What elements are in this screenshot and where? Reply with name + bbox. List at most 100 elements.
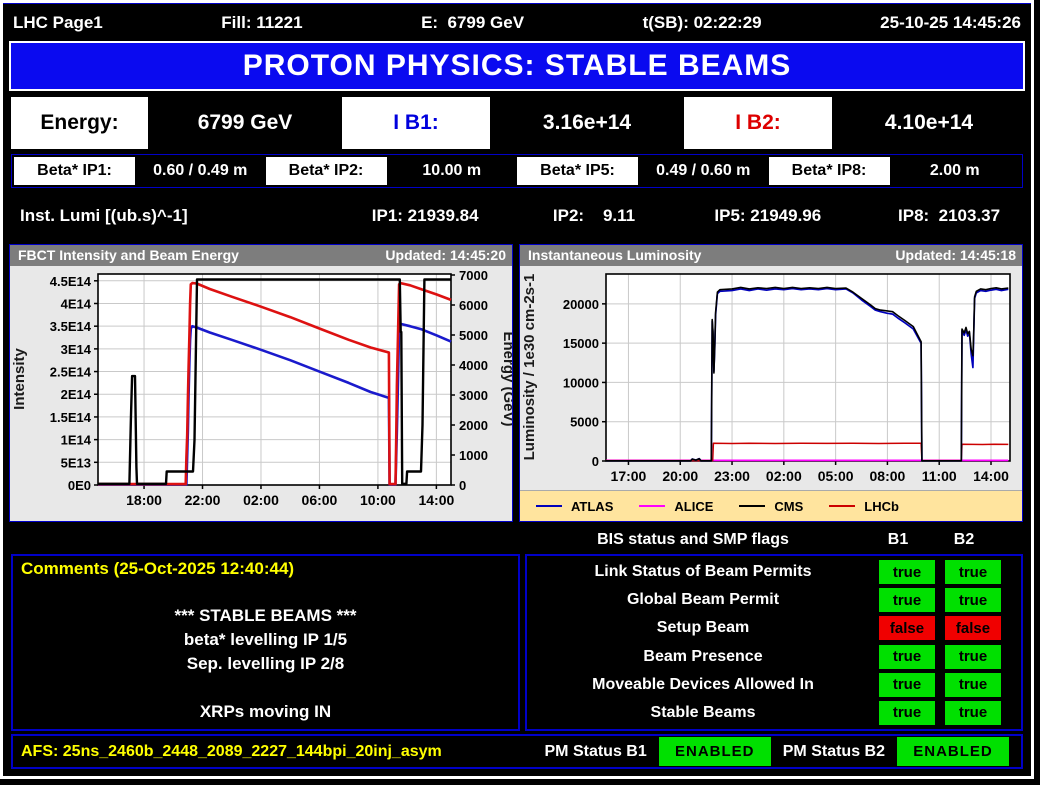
lumi-chart-legend: ATLAS ALICE CMS LHCb	[520, 490, 1022, 521]
app-title: LHC Page1	[13, 12, 103, 32]
beta-ip5-value: 0.49 / 0.60 m	[638, 157, 769, 185]
fill-number: Fill: 11221	[221, 12, 303, 32]
comment-line	[21, 676, 510, 700]
beta-ip1-label: Beta* IP1:	[14, 157, 135, 185]
svg-text:4.5E14: 4.5E14	[50, 274, 92, 289]
bis-flag-b1: true	[879, 644, 935, 669]
lumi-ip2: IP2: 9.11	[552, 206, 636, 225]
fbct-intensity-energy-chart: 18:00 22:00 02:00 06:00 10:00 14:00 0E0 5E13 1E1…	[11, 268, 512, 508]
beam-energy: E: 6799 GeV	[421, 12, 525, 32]
beta-ip2-label: Beta* IP2:	[265, 157, 387, 185]
svg-text:1E14: 1E14	[61, 432, 92, 447]
bottom-boxes: Comments (25-Oct-2025 12:40:44) *** STAB…	[11, 554, 1023, 731]
instantaneous-luminosity-chart: 17:00 20:00 23:00 02:00 05:00 08:00 11:00 14:00…	[521, 273, 1011, 484]
bis-row-global-permit: Global Beam Permit true true	[527, 587, 1021, 613]
charts-row: FBCT Intensity and Beam Energy Updated: …	[9, 244, 1025, 522]
svg-text:06:00: 06:00	[302, 492, 338, 508]
bis-flag-b1: true	[879, 560, 935, 585]
pm-status-b1-label: PM Status B1	[544, 742, 647, 760]
energy-intensity-row: Energy: 6799 GeV I B1: 3.16e+14 I B2: 4.…	[11, 97, 1023, 149]
bis-flags-box: Link Status of Beam Permits true true Gl…	[525, 554, 1023, 731]
beta-ip1-value: 0.60 / 0.49 m	[135, 157, 266, 185]
comments-body: *** STABLE BEAMS *** beta* levelling IP …	[21, 604, 510, 724]
bis-row-label: Link Status of Beam Permits	[594, 563, 812, 581]
legend-item-lhcb: LHCb	[829, 499, 899, 514]
pm-status-b2-label: PM Status B2	[782, 742, 885, 760]
top-status-bar: LHC Page1 Fill: 11221 E: 6799 GeV t(SB):…	[3, 3, 1031, 41]
lhc-page1-display: LHC Page1 Fill: 11221 E: 6799 GeV t(SB):…	[0, 0, 1034, 779]
bis-header-title: BIS status and SMP flags	[597, 531, 789, 548]
svg-text:10000: 10000	[563, 375, 599, 390]
bis-row-moveable-devices: Moveable Devices Allowed In true true	[527, 672, 1021, 698]
bis-row-link-status: Link Status of Beam Permits true true	[527, 559, 1021, 585]
svg-text:15000: 15000	[563, 336, 599, 351]
bis-flag-b1: true	[879, 700, 935, 725]
bis-row-label: Stable Beams	[650, 703, 756, 721]
legend-label-alice: ALICE	[674, 498, 714, 514]
afs-scheme: AFS: 25ns_2460b_2448_2089_2227_144bpi_20…	[21, 742, 442, 760]
svg-text:18:00: 18:00	[126, 492, 162, 508]
comments-header: Comments (25-Oct-2025 12:40:44)	[21, 559, 295, 578]
bis-row-label: Moveable Devices Allowed In	[592, 675, 814, 693]
legend-item-cms: CMS	[739, 499, 803, 514]
svg-text:Luminosity / 1e30 cm-2s-1: Luminosity / 1e30 cm-2s-1	[521, 273, 538, 460]
pm-status-b1-value: ENABLED	[658, 737, 771, 766]
atlas-line-swatch	[536, 505, 562, 508]
legend-item-atlas: ATLAS	[536, 499, 613, 514]
svg-text:20:00: 20:00	[662, 468, 698, 484]
svg-text:7000: 7000	[459, 268, 488, 283]
bis-row-setup-beam: Setup Beam false false	[527, 615, 1021, 641]
legend-label-lhcb: LHCb	[864, 498, 899, 514]
legend-label-atlas: ATLAS	[571, 498, 614, 514]
svg-text:3000: 3000	[459, 388, 488, 403]
svg-text:0: 0	[459, 478, 466, 493]
beta-ip5-label: Beta* IP5:	[517, 157, 638, 185]
fbct-chart-updated: Updated: 14:45:20	[385, 247, 506, 264]
svg-text:5000: 5000	[459, 328, 488, 343]
legend-item-alice: ALICE	[639, 499, 713, 514]
svg-text:1000: 1000	[459, 448, 488, 463]
svg-text:11:00: 11:00	[922, 468, 957, 484]
svg-text:20000: 20000	[563, 297, 599, 312]
energy-value: 6799 GeV	[151, 97, 339, 149]
svg-text:3E14: 3E14	[61, 342, 92, 357]
afs-row: AFS: 25ns_2460b_2448_2089_2227_144bpi_20…	[11, 734, 1023, 769]
luminosity-chart-panel: Instantaneous Luminosity Updated: 14:45:…	[519, 244, 1023, 522]
inst-lumi-label: Inst. Lumi [(ub.s)^-1]	[20, 206, 188, 225]
comment-line: Sep. levelling IP 2/8	[186, 654, 345, 673]
svg-text:Intensity: Intensity	[11, 347, 28, 409]
svg-text:Energy (GeV): Energy (GeV)	[500, 331, 512, 426]
bis-row-label: Global Beam Permit	[626, 591, 780, 609]
beta-ip8-label: Beta* IP8:	[768, 157, 890, 185]
svg-text:22:00: 22:00	[185, 492, 221, 508]
bis-flag-b2: true	[945, 588, 1001, 613]
beam-mode-title: PROTON PHYSICS: STABLE BEAMS	[242, 49, 792, 82]
time-in-stable-beams: t(SB): 02:22:29	[642, 12, 762, 32]
inst-lumi-row: Inst. Lumi [(ub.s)^-1] IP1: 21939.84 IP2…	[3, 188, 1031, 244]
legend-label-cms: CMS	[774, 498, 804, 514]
bis-flag-b2: true	[945, 644, 1001, 669]
intensity-b1-label: I B1:	[342, 97, 490, 149]
svg-text:6000: 6000	[459, 298, 488, 313]
svg-text:2000: 2000	[459, 418, 488, 433]
svg-text:10:00: 10:00	[360, 492, 396, 508]
intensity-b1-value: 3.16e+14	[493, 97, 681, 149]
lumi-chart-header: Instantaneous Luminosity Updated: 14:45:…	[520, 245, 1022, 266]
intensity-b2-label: I B2:	[684, 97, 832, 149]
svg-text:23:00: 23:00	[714, 468, 750, 484]
energy-label: Energy:	[11, 97, 148, 149]
bis-flag-b2: true	[945, 672, 1001, 697]
svg-text:05:00: 05:00	[818, 468, 854, 484]
lumi-chart-updated: Updated: 14:45:18	[895, 247, 1016, 264]
cms-line-swatch	[739, 505, 766, 508]
lumi-ip5: IP5: 21949.96	[714, 206, 822, 225]
lumi-ip1: IP1: 21939.84	[371, 206, 479, 225]
svg-text:0E0: 0E0	[68, 478, 91, 493]
svg-text:14:00: 14:00	[418, 492, 454, 508]
comment-line: beta* levelling IP 1/5	[183, 630, 348, 649]
svg-text:5000: 5000	[570, 415, 599, 430]
fbct-intensity-chart-panel: FBCT Intensity and Beam Energy Updated: …	[9, 244, 513, 522]
bis-row-label: Setup Beam	[656, 619, 750, 637]
lumi-chart-title: Instantaneous Luminosity	[528, 247, 702, 264]
bis-flag-b2: false	[945, 616, 1001, 641]
